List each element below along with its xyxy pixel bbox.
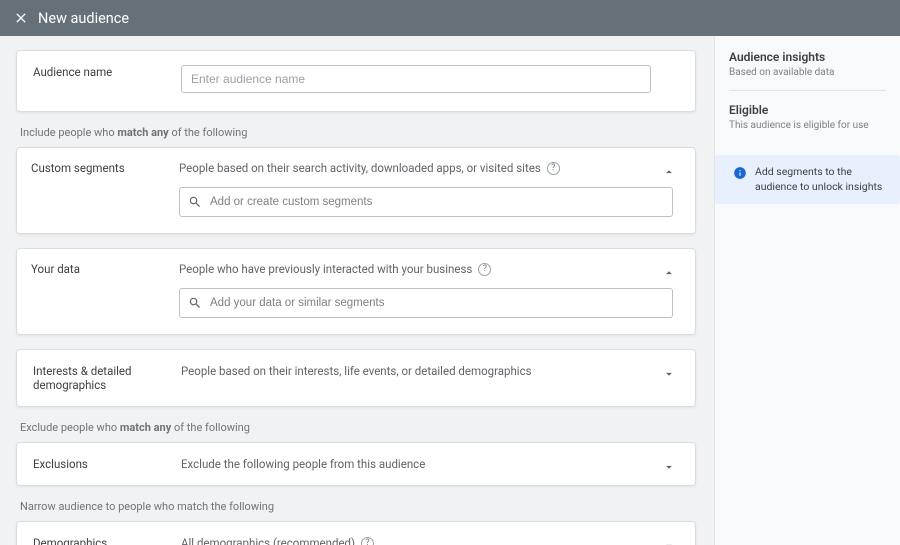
search-icon	[188, 296, 202, 310]
insights-heading: Audience insights	[729, 50, 886, 64]
custom-segments-card: Custom segments People based on their se…	[16, 147, 696, 234]
demographics-label: Demographics	[33, 536, 181, 545]
include-heading-suffix: of the following	[169, 126, 248, 139]
custom-segments-description: People based on their search activity, d…	[179, 161, 541, 175]
chevron-up-icon[interactable]	[661, 265, 677, 281]
audience-name-card: Audience name	[16, 50, 696, 112]
help-icon[interactable]: ?	[361, 537, 374, 545]
close-icon[interactable]	[10, 7, 32, 29]
chevron-down-icon[interactable]	[661, 459, 677, 475]
include-heading: Include people who match any of the foll…	[20, 126, 696, 139]
audience-name-label: Audience name	[33, 65, 181, 79]
include-heading-prefix: Include people who	[20, 126, 117, 139]
your-data-card: Your data People who have previously int…	[16, 248, 696, 335]
interests-description: People based on their interests, life ev…	[181, 364, 532, 378]
include-heading-bold: match any	[117, 126, 168, 139]
exclusions-label: Exclusions	[33, 457, 181, 471]
your-data-search[interactable]	[179, 288, 673, 318]
interests-card[interactable]: Interests & detailed demographics People…	[16, 349, 696, 407]
your-data-label: Your data	[31, 262, 179, 276]
chevron-down-icon[interactable]	[661, 366, 677, 382]
chevron-up-icon[interactable]	[661, 164, 677, 180]
exclude-heading-suffix: of the following	[171, 421, 250, 434]
your-data-description: People who have previously interacted wi…	[179, 262, 472, 276]
main-panel: Audience name Include people who match a…	[0, 36, 715, 545]
demographics-card[interactable]: Demographics All demographics (recommend…	[16, 521, 696, 545]
exclusions-description: Exclude the following people from this a…	[181, 457, 425, 471]
insights-sidebar: Audience insights Based on available dat…	[715, 36, 900, 545]
search-icon	[188, 195, 202, 209]
custom-segments-search[interactable]	[179, 187, 673, 217]
eligible-heading: Eligible	[729, 103, 886, 117]
insights-info-text: Add segments to the audience to unlock i…	[755, 165, 890, 194]
insights-info-box: Add segments to the audience to unlock i…	[715, 155, 900, 204]
demographics-description: All demographics (recommended)	[181, 536, 355, 545]
info-icon	[733, 166, 747, 180]
your-data-search-input[interactable]	[210, 297, 664, 309]
chevron-down-icon[interactable]	[661, 538, 677, 545]
help-icon[interactable]: ?	[547, 162, 560, 175]
exclude-heading: Exclude people who match any of the foll…	[20, 421, 696, 434]
exclude-heading-prefix: Exclude people who	[20, 421, 120, 434]
interests-label-line1: Interests & detailed	[33, 364, 181, 378]
dialog-title: New audience	[38, 10, 129, 27]
insights-sub: Based on available data	[729, 67, 886, 78]
custom-segments-search-input[interactable]	[210, 196, 664, 208]
exclude-heading-bold: match any	[120, 421, 171, 434]
eligible-sub: This audience is eligible for use	[729, 120, 886, 131]
dialog-header: New audience	[0, 0, 900, 36]
help-icon[interactable]: ?	[478, 263, 491, 276]
narrow-heading: Narrow audience to people who match the …	[20, 500, 696, 513]
exclusions-card[interactable]: Exclusions Exclude the following people …	[16, 442, 696, 486]
interests-label-line2: demographics	[33, 378, 181, 392]
custom-segments-label: Custom segments	[31, 161, 179, 175]
audience-name-input[interactable]	[181, 65, 651, 93]
